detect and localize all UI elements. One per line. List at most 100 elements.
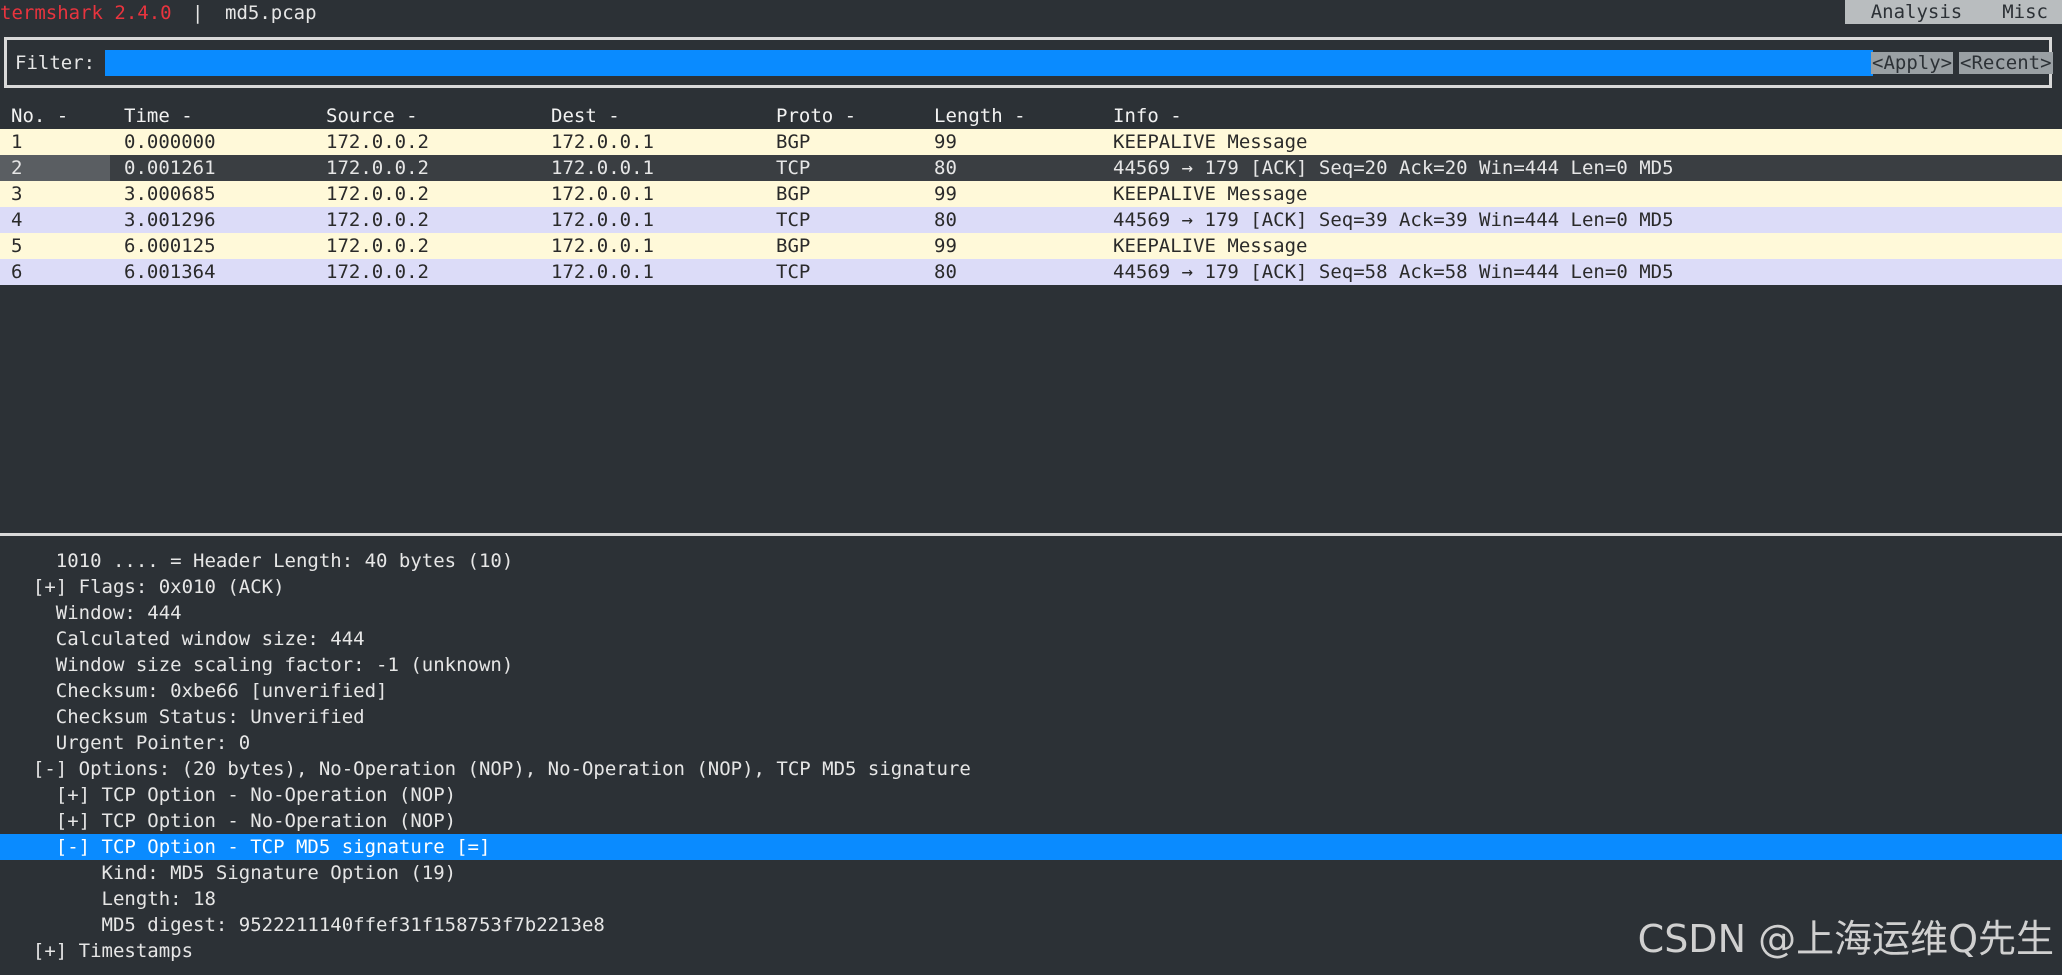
column-header-time[interactable]: Time - (124, 103, 193, 129)
app-title: termshark 2.4.0 (0, 2, 172, 24)
packet-row[interactable]: 6 6.001364 172.0.0.2 172.0.0.1 TCP 80 44… (0, 259, 2062, 285)
packet-time: 3.001296 (124, 209, 216, 231)
packet-proto: BGP (776, 131, 811, 153)
packet-length: 99 (934, 183, 957, 205)
tree-node[interactable]: 1010 .... = Header Length: 40 bytes (10) (0, 548, 2062, 574)
title-separator: | (192, 2, 204, 24)
packet-row-selected[interactable]: 2 0.001261 172.0.0.2 172.0.0.1 TCP 80 44… (0, 155, 2062, 181)
menu-misc[interactable]: Misc (1976, 0, 2062, 24)
packet-info: KEEPALIVE Message (1113, 131, 1308, 153)
tree-node-selected[interactable]: [-] TCP Option - TCP MD5 signature [=] (0, 834, 2062, 860)
tree-node-label: Urgent Pointer: 0 (10, 732, 251, 754)
recent-button[interactable]: <Recent> (1959, 52, 2053, 74)
filter-label: Filter: (15, 52, 96, 74)
tree-node[interactable]: Urgent Pointer: 0 (0, 730, 2062, 756)
tree-node-label: [+] Flags: 0x010 (ACK) (10, 576, 285, 598)
tree-node[interactable]: [+] Flags: 0x010 (ACK) (0, 574, 2062, 600)
file-name: md5.pcap (225, 2, 317, 24)
packet-length: 80 (934, 261, 957, 283)
packet-info: 44569 → 179 [ACK] Seq=39 Ack=39 Win=444 … (1113, 209, 1674, 231)
packet-time: 3.000685 (124, 183, 216, 205)
tree-node-label: Checksum Status: Unverified (10, 706, 365, 728)
packet-proto: BGP (776, 235, 811, 257)
packet-row[interactable]: 1 0.000000 172.0.0.2 172.0.0.1 BGP 99 KE… (0, 129, 2062, 155)
packet-no: 4 (11, 209, 23, 231)
packet-time: 6.001364 (124, 261, 216, 283)
title-bar: termshark 2.4.0 | md5.pcap Analysis Misc (0, 0, 2062, 26)
packet-source: 172.0.0.2 (326, 261, 429, 283)
tree-node[interactable]: Calculated window size: 444 (0, 626, 2062, 652)
packet-no: 1 (11, 131, 23, 153)
packet-time: 0.001261 (124, 157, 216, 179)
column-header-length[interactable]: Length - (934, 103, 1026, 129)
tree-node-label: [-] Options: (20 bytes), No-Operation (N… (10, 758, 971, 780)
tree-node-label: [+] TCP Option - No-Operation (NOP) (10, 810, 457, 832)
tree-node-label: Window size scaling factor: -1 (unknown) (10, 654, 514, 676)
packet-list: No. - Time - Source - Dest - Proto - Len… (0, 103, 2062, 285)
packet-dest: 172.0.0.1 (551, 261, 654, 283)
tree-node[interactable]: Checksum Status: Unverified (0, 704, 2062, 730)
tree-node[interactable]: [+] TCP Option - No-Operation (NOP) (0, 782, 2062, 808)
packet-dest: 172.0.0.1 (551, 157, 654, 179)
packet-row[interactable]: 4 3.001296 172.0.0.2 172.0.0.1 TCP 80 44… (0, 207, 2062, 233)
tree-node-label: Window: 444 (10, 602, 182, 624)
tree-node-label: Length: 18 (10, 888, 216, 910)
apply-button[interactable]: <Apply> (1871, 52, 1954, 74)
packet-row[interactable]: 3 3.000685 172.0.0.2 172.0.0.1 BGP 99 KE… (0, 181, 2062, 207)
packet-dest: 172.0.0.1 (551, 235, 654, 257)
packet-info: 44569 → 179 [ACK] Seq=20 Ack=20 Win=444 … (1113, 157, 1674, 179)
tree-node-label: Checksum: 0xbe66 [unverified] (10, 680, 388, 702)
tree-node[interactable]: [-] Options: (20 bytes), No-Operation (N… (0, 756, 2062, 782)
packet-source: 172.0.0.2 (326, 235, 429, 257)
tree-node-label: Calculated window size: 444 (10, 628, 365, 650)
packet-source: 172.0.0.2 (326, 157, 429, 179)
packet-row[interactable]: 5 6.000125 172.0.0.2 172.0.0.1 BGP 99 KE… (0, 233, 2062, 259)
tree-node-label: 1010 .... = Header Length: 40 bytes (10) (10, 550, 514, 572)
packet-source: 172.0.0.2 (326, 209, 429, 231)
tree-node[interactable]: Kind: MD5 Signature Option (19) (0, 860, 2062, 886)
packet-dest: 172.0.0.1 (551, 131, 654, 153)
tree-node-label: [-] TCP Option - TCP MD5 signature [=] (10, 836, 491, 858)
column-header-dest[interactable]: Dest - (551, 103, 620, 129)
menu-bar: Analysis Misc (1844, 0, 2062, 24)
packet-dest: 172.0.0.1 (551, 209, 654, 231)
watermark: CSDN @上海运维Q先生 (1637, 917, 2054, 961)
packet-no: 3 (11, 183, 23, 205)
packet-proto: TCP (776, 209, 811, 231)
column-header-no[interactable]: No. - (11, 103, 68, 129)
packet-time: 0.000000 (124, 131, 216, 153)
tree-node-label: MD5 digest: 9522211140ffef31f158753f7b22… (10, 914, 605, 936)
tree-node[interactable]: Checksum: 0xbe66 [unverified] (0, 678, 2062, 704)
column-header-proto[interactable]: Proto - (776, 103, 856, 129)
tree-node[interactable]: Window size scaling factor: -1 (unknown) (0, 652, 2062, 678)
packet-info: KEEPALIVE Message (1113, 235, 1308, 257)
tree-node[interactable]: Window: 444 (0, 600, 2062, 626)
column-header-info[interactable]: Info - (1113, 103, 1182, 129)
packet-proto: TCP (776, 157, 811, 179)
column-header-source[interactable]: Source - (326, 103, 418, 129)
packet-time: 6.000125 (124, 235, 216, 257)
packet-length: 80 (934, 157, 957, 179)
filter-bar: Filter: <Apply> <Recent> (4, 37, 2053, 88)
packet-length: 99 (934, 131, 957, 153)
filter-input[interactable] (105, 50, 1873, 76)
pane-divider[interactable] (0, 533, 2062, 536)
packet-proto: BGP (776, 183, 811, 205)
packet-length: 99 (934, 235, 957, 257)
packet-source: 172.0.0.2 (326, 183, 429, 205)
tree-node[interactable]: [+] TCP Option - No-Operation (NOP) (0, 808, 2062, 834)
packet-no: 5 (11, 235, 23, 257)
packet-detail-tree: 1010 .... = Header Length: 40 bytes (10)… (0, 548, 2062, 964)
packet-no: 2 (11, 157, 23, 179)
packet-list-header: No. - Time - Source - Dest - Proto - Len… (0, 103, 2062, 129)
tree-node-label: [+] Timestamps (10, 940, 194, 962)
packet-info: KEEPALIVE Message (1113, 183, 1308, 205)
menu-analysis[interactable]: Analysis (1845, 0, 1977, 24)
packet-dest: 172.0.0.1 (551, 183, 654, 205)
packet-proto: TCP (776, 261, 811, 283)
packet-source: 172.0.0.2 (326, 131, 429, 153)
packet-info: 44569 → 179 [ACK] Seq=58 Ack=58 Win=444 … (1113, 261, 1674, 283)
tree-node-label: [+] TCP Option - No-Operation (NOP) (10, 784, 457, 806)
packet-length: 80 (934, 209, 957, 231)
packet-no: 6 (11, 261, 23, 283)
